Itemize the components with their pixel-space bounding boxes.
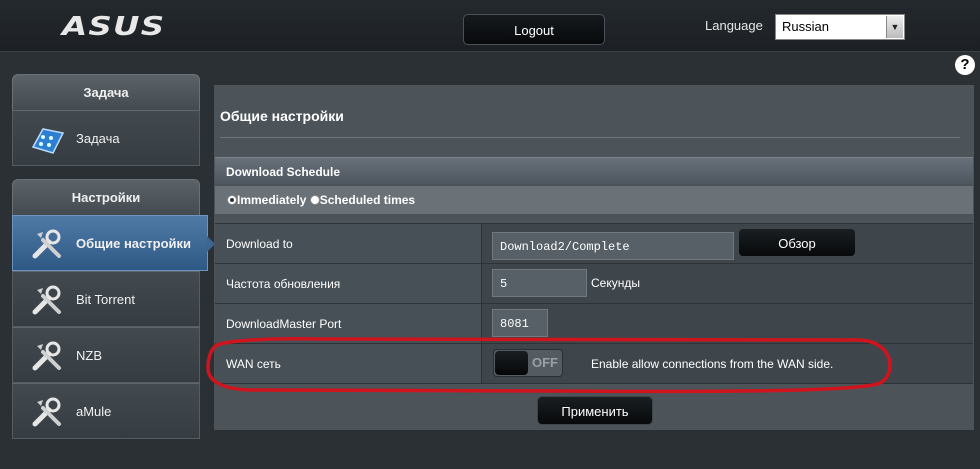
download-path-field[interactable]: Download2/Complete bbox=[492, 232, 734, 260]
radio-label: Scheduled times bbox=[319, 193, 416, 207]
radio-label: Immediately bbox=[237, 193, 307, 207]
title-divider bbox=[220, 137, 960, 138]
tools-icon bbox=[32, 229, 61, 259]
sidebar-item-task[interactable]: Задача bbox=[12, 110, 200, 166]
sidebar-item-label: Общие настройки bbox=[76, 236, 191, 251]
radio-immediately[interactable] bbox=[227, 195, 237, 205]
sidebar-item-label: NZB bbox=[76, 348, 102, 363]
asus-logo: ASUS bbox=[62, 12, 166, 42]
schedule-options: Immediately Scheduled times bbox=[215, 186, 973, 214]
row-port: DownloadMaster Port bbox=[215, 303, 973, 343]
port-field[interactable]: 8081 bbox=[492, 309, 548, 337]
language-label: Language bbox=[705, 18, 763, 33]
toggle-state: OFF bbox=[532, 355, 558, 370]
refresh-rate-field[interactable]: 5 bbox=[492, 269, 587, 297]
task-header: Задача bbox=[12, 74, 200, 110]
row-label: Download to bbox=[215, 224, 482, 263]
sidebar-item-bittorrent[interactable]: Bit Torrent bbox=[12, 271, 200, 327]
chevron-down-icon[interactable]: ▼ bbox=[886, 16, 903, 38]
apply-button[interactable]: Применить bbox=[537, 396, 653, 425]
tools-icon bbox=[32, 341, 61, 371]
page-title: Общие настройки bbox=[220, 108, 344, 124]
settings-header: Настройки bbox=[12, 179, 200, 215]
tools-icon bbox=[32, 397, 61, 427]
wan-toggle[interactable]: OFF bbox=[493, 349, 563, 377]
top-bar: ASUS Logout Language Russian ▼ bbox=[0, 0, 980, 52]
sidebar-item-label: Задача bbox=[76, 131, 120, 146]
refresh-unit: Секунды bbox=[591, 276, 640, 290]
language-select[interactable]: Russian ▼ bbox=[775, 14, 905, 40]
wan-description: Enable allow connections from the WAN si… bbox=[591, 357, 834, 371]
browse-button[interactable]: Обзор bbox=[738, 228, 856, 257]
sidebar-item-nzb[interactable]: NZB bbox=[12, 327, 200, 383]
tools-icon bbox=[32, 285, 61, 315]
language-value: Russian bbox=[782, 19, 829, 34]
row-label: DownloadMaster Port bbox=[215, 304, 482, 343]
sidebar-item-general-settings[interactable]: Общие настройки bbox=[12, 215, 215, 271]
help-icon[interactable]: ? bbox=[955, 55, 975, 75]
toggle-knob bbox=[495, 351, 528, 375]
logout-button[interactable]: Logout bbox=[463, 14, 605, 45]
task-icon bbox=[31, 128, 65, 154]
sidebar-item-label: aMule bbox=[76, 404, 112, 419]
row-label: Частота обновления bbox=[215, 264, 482, 303]
radio-scheduled[interactable] bbox=[309, 195, 320, 205]
row-label: WAN сеть bbox=[215, 344, 482, 383]
section-header: Download Schedule bbox=[215, 157, 973, 184]
sidebar-item-label: Bit Torrent bbox=[76, 292, 136, 307]
sidebar-item-amule[interactable]: aMule bbox=[12, 383, 200, 439]
